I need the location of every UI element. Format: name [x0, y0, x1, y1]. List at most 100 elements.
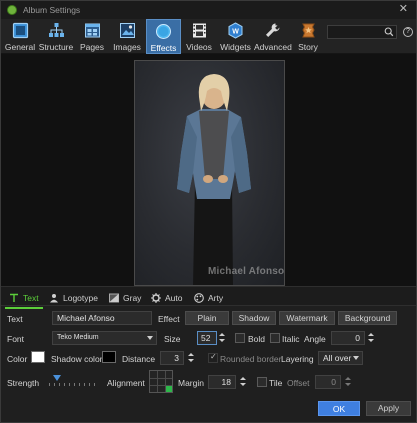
gear-icon	[151, 293, 161, 303]
text-input[interactable]: Michael Afonso	[52, 311, 152, 325]
main-toolbar: General Structure Pages Images Effects V…	[1, 19, 416, 54]
tab-logotype[interactable]: Logotype	[49, 291, 98, 305]
alignment-label: Alignment	[107, 378, 145, 388]
wrench-icon	[266, 23, 280, 37]
chevron-down-icon	[353, 356, 359, 360]
toolbar-effects-label: Effects	[150, 43, 177, 53]
chevron-down-icon	[147, 336, 153, 340]
toolbar-images-label: Images	[113, 42, 141, 52]
font-label: Font	[7, 334, 25, 344]
effect-plain-button[interactable]: Plain	[185, 311, 229, 325]
film-icon	[192, 23, 206, 38]
effect-watermark-button[interactable]: Watermark	[279, 311, 335, 325]
strength-label: Strength	[7, 378, 40, 388]
close-icon[interactable]: ✕	[399, 4, 408, 15]
strength-slider[interactable]	[49, 383, 97, 386]
toolbar-story-label: Story	[298, 42, 318, 52]
offset-input[interactable]: 0	[315, 375, 341, 389]
watermark-text: Michael Afonso	[208, 266, 285, 277]
layering-select[interactable]: All over	[318, 351, 363, 365]
effect-background-button[interactable]: Background	[338, 311, 397, 325]
search-box[interactable]	[327, 25, 397, 39]
toolbar-advanced[interactable]: Advanced	[254, 19, 292, 54]
grayscale-icon	[109, 293, 119, 303]
bold-checkbox[interactable]	[235, 333, 245, 343]
shadow-color-label: Shadow color	[51, 354, 103, 364]
margin-label: Margin	[178, 378, 204, 388]
italic-label: Italic	[282, 334, 300, 344]
layering-select-value: All over	[323, 353, 352, 363]
logotype-icon	[50, 294, 58, 303]
text-color-swatch[interactable]	[31, 351, 45, 363]
help-icon[interactable]: ?	[403, 27, 413, 37]
font-select[interactable]: Teko Medium	[52, 331, 157, 345]
size-label: Size	[164, 334, 181, 344]
text-tool-icon	[10, 293, 18, 302]
apply-button[interactable]: Apply	[366, 401, 411, 416]
size-input[interactable]: 52	[197, 331, 217, 345]
toolbar-widgets-label: Widgets	[220, 42, 251, 52]
toolbar-advanced-label: Advanced	[254, 42, 292, 52]
tab-auto-label: Auto	[165, 293, 183, 303]
tile-checkbox[interactable]	[257, 377, 267, 387]
alignment-grid[interactable]	[149, 370, 173, 393]
distance-stepper[interactable]	[187, 351, 195, 365]
structure-icon	[48, 23, 64, 37]
tab-arty-label: Arty	[208, 293, 224, 303]
ok-button[interactable]: OK	[318, 401, 360, 416]
text-label: Text	[7, 314, 23, 324]
tab-gray-label: Gray	[123, 293, 142, 303]
toolbar-general-label: General	[4, 42, 36, 52]
tab-text-label: Text	[23, 293, 39, 303]
tab-arty[interactable]: Arty	[194, 291, 223, 305]
pages-icon	[84, 23, 100, 38]
svg-text:W: W	[232, 29, 239, 36]
preview-area: Michael Afonso	[1, 54, 416, 286]
tab-gray[interactable]: Gray	[109, 291, 141, 305]
offset-stepper[interactable]	[344, 375, 352, 389]
preview-photo: Michael Afonso	[134, 60, 285, 286]
distance-input[interactable]: 3	[160, 351, 184, 365]
toolbar-story[interactable]: Story	[293, 19, 323, 54]
rounded-border-checkbox[interactable]	[208, 352, 218, 363]
tile-label: Tile	[269, 378, 283, 388]
toolbar-effects[interactable]: Effects	[146, 19, 181, 54]
toolbar-pages[interactable]: Pages	[76, 19, 108, 54]
size-stepper[interactable]	[218, 331, 226, 345]
layering-label: Layering	[281, 354, 314, 364]
app-logo-icon	[7, 5, 17, 15]
effect-shadow-button[interactable]: Shadow	[232, 311, 276, 325]
tab-auto[interactable]: Auto	[151, 291, 183, 305]
effect-tabs: Text Logotype Gray Auto Arty	[1, 286, 416, 309]
tab-logotype-label: Logotype	[63, 293, 98, 303]
portrait-figure	[177, 74, 251, 285]
margin-stepper[interactable]	[239, 375, 247, 389]
angle-label: Angle	[304, 334, 326, 344]
italic-checkbox[interactable]	[270, 333, 280, 343]
toolbar-images[interactable]: Images	[110, 19, 144, 54]
toolbar-pages-label: Pages	[79, 42, 105, 52]
widgets-icon: W	[228, 22, 243, 39]
search-icon[interactable]	[384, 26, 394, 38]
toolbar-structure[interactable]: Structure	[37, 19, 75, 54]
alignment-bottom-right-marker	[166, 386, 172, 392]
font-select-value: Teko Medium	[57, 334, 99, 341]
effect-label: Effect	[158, 314, 180, 324]
palette-icon	[194, 293, 204, 303]
toolbar-general[interactable]: General	[3, 19, 37, 54]
toolbar-structure-label: Structure	[38, 42, 74, 52]
title-bar: Album Settings ✕	[1, 1, 416, 19]
shadow-color-swatch[interactable]	[102, 351, 116, 363]
strength-slider-thumb[interactable]	[53, 375, 61, 381]
images-icon	[119, 23, 135, 38]
color-label: Color	[7, 354, 28, 364]
rounded-border-label: Rounded border	[220, 354, 282, 364]
window-title: Album Settings	[23, 5, 81, 15]
toolbar-videos[interactable]: Videos	[183, 19, 215, 54]
angle-stepper[interactable]	[367, 331, 375, 345]
tab-text[interactable]: Text	[5, 291, 43, 309]
effects-icon	[156, 24, 171, 39]
margin-input[interactable]: 18	[208, 375, 236, 389]
toolbar-widgets[interactable]: W Widgets	[217, 19, 254, 54]
angle-input[interactable]: 0	[331, 331, 365, 345]
